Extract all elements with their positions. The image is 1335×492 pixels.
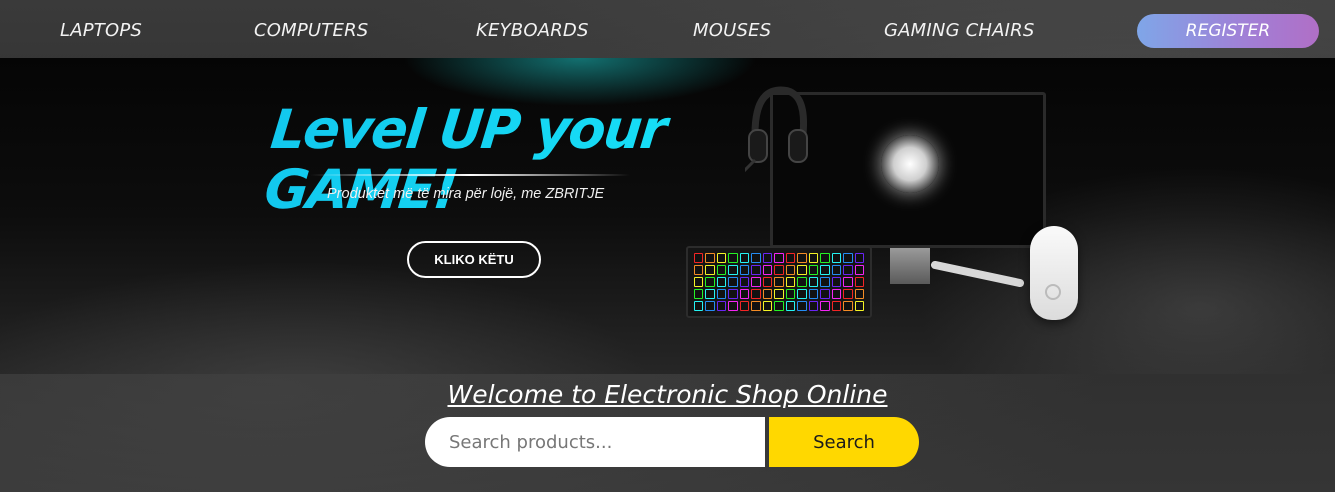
keyboard-key: [820, 289, 830, 299]
nav-link-keyboards[interactable]: KEYBOARDS: [476, 20, 589, 41]
keyboard-key: [854, 301, 864, 311]
nav-link-mouses[interactable]: MOUSES: [693, 20, 771, 41]
keyboard-key: [808, 253, 819, 263]
hero-banner: Level UP your GAME! Produktet më të mira…: [0, 58, 1335, 374]
monitor-icon: [770, 92, 1046, 248]
keyboard-key: [820, 301, 830, 311]
keyboard-key: [831, 301, 842, 311]
keyboard-key: [728, 301, 738, 311]
keyboard-key: [797, 265, 807, 275]
keyboard-key: [785, 265, 796, 275]
keyboard-key: [739, 277, 750, 287]
keyboard-key: [785, 277, 796, 287]
register-button[interactable]: REGISTER: [1137, 14, 1319, 48]
keyboard-key: [843, 277, 853, 287]
keyboard-key: [843, 265, 853, 275]
hero-title: Level UP your GAME!: [262, 98, 705, 221]
keyboard-key: [705, 301, 715, 311]
monitor-stand: [890, 248, 930, 284]
keyboard-key: [854, 289, 864, 299]
keyboard-key: [797, 277, 807, 287]
keyboard-key: [762, 289, 773, 299]
keyboard-key: [762, 301, 773, 311]
keyboard-key: [751, 253, 761, 263]
mouse-icon: [1030, 226, 1078, 320]
keyboard-key: [728, 253, 738, 263]
keyboard-key: [728, 265, 738, 275]
keyboard-key: [820, 253, 830, 263]
keyboard-key: [751, 301, 761, 311]
keyboard-key: [808, 265, 819, 275]
keyboard-key: [854, 265, 864, 275]
hero-divider: [310, 174, 630, 176]
keyboard-key: [820, 277, 830, 287]
keyboard-key: [831, 265, 842, 275]
keyboard-key: [774, 289, 784, 299]
nav-link-laptops[interactable]: LAPTOPS: [60, 20, 142, 41]
keyboard-icon: [686, 246, 872, 318]
keyboard-key: [751, 277, 761, 287]
keyboard-key: [751, 265, 761, 275]
keyboard-key: [854, 277, 864, 287]
keyboard-key: [854, 253, 864, 263]
keyboard-key: [751, 289, 761, 299]
keyboard-key: [739, 253, 750, 263]
keyboard-key: [831, 253, 842, 263]
keyboard-key: [762, 253, 773, 263]
search-input[interactable]: [425, 417, 765, 467]
keyboard-key: [774, 301, 784, 311]
keyboard-key: [785, 301, 796, 311]
keyboard-key: [716, 265, 727, 275]
keyboard-key: [705, 277, 715, 287]
keyboard-key: [716, 253, 727, 263]
keyboard-key: [785, 253, 796, 263]
hero-subtitle: Produktet më të mira për lojë, me ZBRITJ…: [327, 186, 605, 202]
keyboard-key: [716, 301, 727, 311]
keyboard-key: [785, 289, 796, 299]
keyboard-key: [808, 301, 819, 311]
keyboard-key: [774, 277, 784, 287]
keyboard-key: [705, 265, 715, 275]
keyboard-key: [797, 301, 807, 311]
keyboard-key: [774, 265, 784, 275]
hero-cta-button[interactable]: KLIKO KËTU: [407, 241, 541, 278]
keyboard-key: [694, 265, 704, 275]
headset-icon: [745, 86, 808, 173]
keyboard-key: [716, 277, 727, 287]
nav-link-computers[interactable]: COMPUTERS: [254, 20, 368, 41]
keyboard-key: [716, 289, 727, 299]
keyboard-key: [762, 265, 773, 275]
keyboard-key: [831, 289, 842, 299]
welcome-heading: Welcome to Electronic Shop Online: [447, 380, 888, 409]
keyboard-key: [843, 289, 853, 299]
keyboard-key: [774, 253, 784, 263]
keyboard-key: [762, 277, 773, 287]
monitor-foot: [930, 260, 1025, 288]
keyboard-key: [808, 277, 819, 287]
mouse-logo-icon: [1045, 284, 1061, 300]
keyboard-key: [705, 253, 715, 263]
keyboard-key: [728, 277, 738, 287]
keyboard-key: [843, 253, 853, 263]
keyboard-key: [843, 301, 853, 311]
keyboard-key: [797, 289, 807, 299]
keyboard-key: [808, 289, 819, 299]
keyboard-key: [694, 301, 704, 311]
keyboard-key: [728, 289, 738, 299]
keyboard-key: [694, 277, 704, 287]
keyboard-key: [739, 289, 750, 299]
keyboard-key: [739, 301, 750, 311]
keyboard-key: [797, 253, 807, 263]
keyboard-key: [694, 289, 704, 299]
keyboard-key: [820, 265, 830, 275]
keyboard-key: [705, 289, 715, 299]
alien-logo-icon: [881, 135, 939, 193]
keyboard-key: [739, 265, 750, 275]
top-navbar: LAPTOPS COMPUTERS KEYBOARDS MOUSES GAMIN…: [0, 0, 1335, 58]
search-button[interactable]: Search: [769, 417, 919, 467]
keyboard-key: [831, 277, 842, 287]
keyboard-key: [694, 253, 704, 263]
nav-link-gaming-chairs[interactable]: GAMING CHAIRS: [884, 20, 1035, 41]
